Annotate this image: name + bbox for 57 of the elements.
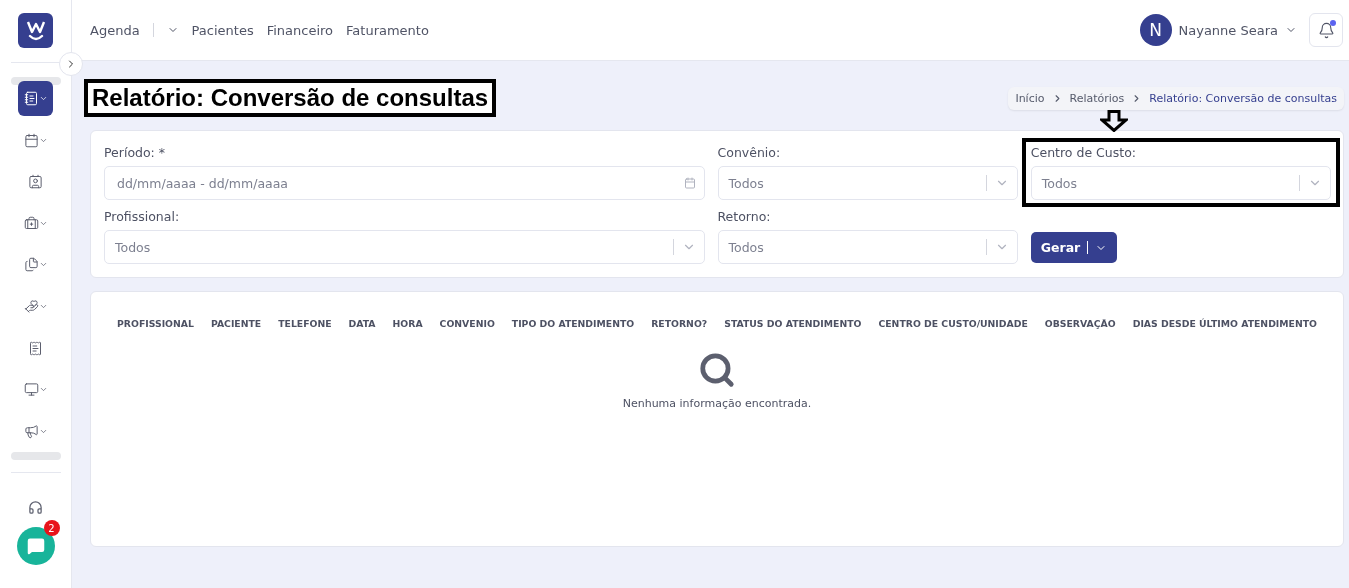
sidebar-item[interactable] (18, 81, 53, 116)
calendar-icon (23, 132, 39, 148)
field-label: Centro de Custo: (1030, 145, 1137, 160)
notebook-icon (23, 91, 39, 106)
breadcrumb-link[interactable]: Relatórios (1069, 91, 1125, 105)
column-header: DIAS DESDE ÚLTIMO ATENDIMENTO (1132, 318, 1317, 329)
select-field[interactable]: Todos (1030, 166, 1331, 200)
select-field[interactable]: Todos (717, 230, 1018, 264)
nav-link[interactable]: Financeiro (266, 22, 334, 38)
select-field[interactable]: Todos (104, 230, 705, 264)
headset-icon[interactable] (28, 500, 43, 516)
chat-icon (26, 537, 45, 556)
search-icon (698, 351, 736, 389)
user-name: Nayanne Seara (1178, 22, 1278, 38)
select-field[interactable]: Todos (717, 166, 1018, 200)
medical-case-icon (23, 215, 39, 231)
field-label: Retorno: (717, 209, 772, 224)
column-header: PACIENTE (210, 318, 262, 329)
column-header: CONVENIO (439, 318, 495, 329)
hand-heart-icon (23, 298, 39, 314)
column-header: CENTRO DE CUSTO/UNIDADE (878, 318, 1028, 329)
logo-icon[interactable] (18, 13, 53, 48)
column-header: TELEFONE (278, 318, 332, 329)
column-header: HORA (392, 318, 423, 329)
bell-icon (1317, 21, 1335, 39)
contact-card-icon (28, 174, 43, 190)
column-header: PROFISSIONAL (117, 318, 194, 329)
breadcrumb-link[interactable]: Relatório: Conversão de consultas (1149, 91, 1337, 105)
column-header: TIPO DO ATENDIMENTO (511, 318, 635, 329)
column-header: DATA (348, 318, 376, 329)
files-icon (23, 257, 39, 273)
user-avatar: N (1139, 14, 1172, 46)
megaphone-icon (23, 423, 39, 439)
column-header: RETORNO? (651, 318, 708, 329)
down-arrow (1100, 110, 1128, 132)
caret-icon (38, 94, 48, 103)
user-menu[interactable]: N Nayanne Seara (1139, 14, 1297, 46)
nav-link[interactable]: Faturamento (346, 22, 429, 38)
nav-link[interactable]: Agenda (90, 22, 140, 38)
column-header: STATUS DO ATENDIMENTO (724, 318, 862, 329)
notifications-button[interactable] (1309, 13, 1343, 47)
nav-link[interactable]: Pacientes (191, 22, 254, 38)
expand-sidebar-button[interactable] (59, 52, 83, 76)
breadcrumb-link[interactable]: Início (1015, 91, 1045, 105)
field-label: Profissional: (104, 209, 181, 224)
chat-badge: 2 (43, 520, 60, 537)
calendar-icon (683, 177, 696, 189)
date-range-field[interactable]: dd/mm/aaaa - dd/mm/aaaa (104, 166, 705, 200)
monitor-icon (23, 382, 39, 398)
receipt-icon (28, 340, 43, 356)
column-header: OBSERVAÇÃO (1044, 318, 1116, 329)
empty-message: Nenhuma informação encontrada. (622, 397, 812, 410)
field-label: Período: * (104, 145, 167, 160)
page-title: Relatório: Conversão de consultas (84, 79, 497, 117)
field-label: Convênio: (717, 145, 782, 160)
scroll-shade (10, 452, 61, 461)
generate-button[interactable]: Gerar (1030, 232, 1118, 263)
